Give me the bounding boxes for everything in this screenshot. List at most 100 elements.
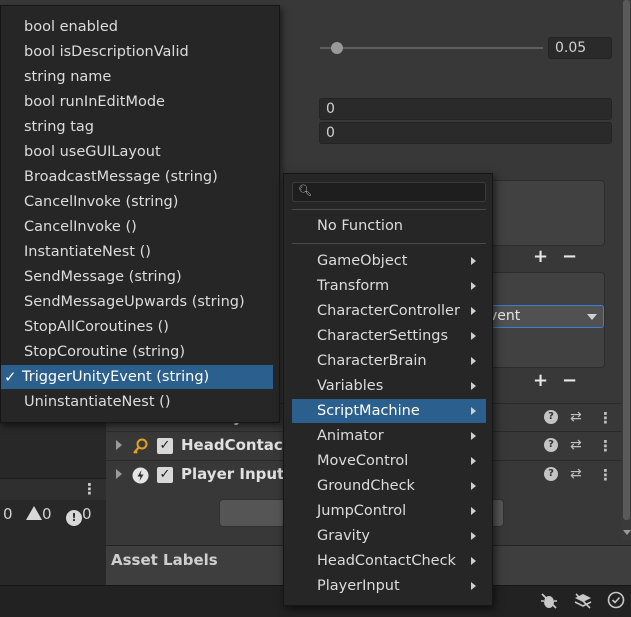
menu-item[interactable]: bool useGUILayout <box>1 140 273 164</box>
warning-count: 0 <box>42 505 52 523</box>
add-listener-button[interactable]: + <box>533 246 548 267</box>
submenu-label: PlayerInput <box>317 578 400 594</box>
chevron-right-icon <box>471 507 476 515</box>
submenu-item[interactable]: GameObject <box>292 249 486 273</box>
submenu-item[interactable]: Animator <box>292 424 486 448</box>
chevron-right-icon <box>471 432 476 440</box>
menu-item[interactable]: CancelInvoke (string) <box>1 190 273 214</box>
submenu-item[interactable]: HeadContactCheck <box>292 549 486 573</box>
check-circle-icon[interactable] <box>605 591 627 613</box>
submenu-label: JumpControl <box>317 503 407 519</box>
warning-toggle[interactable]: 0 <box>26 505 52 523</box>
console-counts: 0 0 ! 0 <box>0 505 106 526</box>
key-icon <box>132 438 149 455</box>
function-dropdown[interactable]: vent <box>480 305 604 328</box>
menu-item[interactable]: SendMessage (string) <box>1 265 273 289</box>
preset-icon[interactable]: ⇄ <box>570 466 582 482</box>
submenu-label: ScriptMachine <box>317 403 420 419</box>
preset-icon[interactable]: ⇄ <box>570 409 582 425</box>
help-icon[interactable]: ? <box>544 410 558 424</box>
scroll-down-arrow-icon[interactable] <box>623 530 631 535</box>
submenu-item[interactable]: GroundCheck <box>292 474 486 498</box>
divider <box>292 243 486 244</box>
menu-item[interactable]: CancelInvoke () <box>1 215 273 239</box>
chevron-right-icon <box>471 357 476 365</box>
asset-labels-title: Asset Labels <box>111 551 218 569</box>
chevron-right-icon <box>471 282 476 290</box>
slider-handle[interactable] <box>331 42 343 54</box>
submenu-item[interactable]: CharacterBrain <box>292 349 486 373</box>
chevron-right-icon <box>471 332 476 340</box>
warning-icon <box>26 506 42 520</box>
no-function-item[interactable]: No Function <box>292 214 486 238</box>
menu-item[interactable]: string name <box>1 65 273 89</box>
kebab-menu-icon[interactable]: ⋮ <box>598 409 613 427</box>
foldout-arrow-icon[interactable] <box>116 469 122 479</box>
submenu-label: CharacterSettings <box>317 328 449 344</box>
submenu-item-highlighted[interactable]: ScriptMachine <box>292 399 486 423</box>
event-list-box-1 <box>480 180 605 246</box>
scrollbar-thumb[interactable] <box>623 0 630 520</box>
menu-item[interactable]: string tag <box>1 115 273 139</box>
submenu-label: CharacterController <box>317 303 460 319</box>
enabled-checkbox[interactable]: ✓ <box>157 438 173 454</box>
add-listener-button-2[interactable]: + <box>533 370 548 391</box>
submenu-item[interactable]: PlayerInput <box>292 574 486 598</box>
submenu-item[interactable]: Variables <box>292 374 486 398</box>
submenu-label: Transform <box>317 278 390 294</box>
error-icon: ! <box>66 510 82 526</box>
help-icon[interactable]: ? <box>544 467 558 481</box>
submenu-item[interactable]: Gravity <box>292 524 486 548</box>
menu-item[interactable]: bool enabled <box>1 15 273 39</box>
console-kebab-icon[interactable]: ⋮ <box>82 480 97 498</box>
chevron-right-icon <box>471 257 476 265</box>
menu-item[interactable]: SendMessageUpwards (string) <box>1 290 273 314</box>
component-name: Player Input <box>181 465 285 483</box>
component-tools: ? ⇄ ⋮ <box>544 409 624 428</box>
number-field-2[interactable]: 0 <box>319 122 612 144</box>
menu-item[interactable]: bool isDescriptionValid <box>1 40 273 64</box>
submenu-label: MoveControl <box>317 453 409 469</box>
layers-icon[interactable] <box>572 591 594 613</box>
debug-bug-icon[interactable] <box>538 591 560 613</box>
help-icon[interactable]: ? <box>544 438 558 452</box>
menu-item-selected[interactable]: ✓ TriggerUnityEvent (string) <box>1 365 273 389</box>
preset-icon[interactable]: ⇄ <box>570 437 582 453</box>
divider <box>292 209 486 210</box>
search-icon: 🔍︎ <box>298 184 312 197</box>
slider-track[interactable] <box>320 47 543 49</box>
error-toggle[interactable]: ! 0 <box>66 505 92 526</box>
submenu-item[interactable]: Transform <box>292 274 486 298</box>
submenu-item[interactable]: JumpControl <box>292 499 486 523</box>
menu-item[interactable]: InstantiateNest () <box>1 240 273 264</box>
search-input[interactable] <box>311 184 481 200</box>
error-count: 0 <box>82 505 92 523</box>
chevron-right-icon <box>471 532 476 540</box>
search-box[interactable]: 🔍︎ <box>292 182 486 202</box>
submenu-label: GroundCheck <box>317 478 415 494</box>
component-function-menu: 🔍︎ No Function GameObject Transform Char… <box>283 173 493 606</box>
chevron-right-icon <box>471 557 476 565</box>
menu-item[interactable]: UninstantiateNest () <box>1 390 273 414</box>
function-list-menu: bool enabled bool isDescriptionValid str… <box>0 5 280 423</box>
remove-listener-button[interactable]: − <box>562 246 577 267</box>
menu-item[interactable]: StopAllCoroutines () <box>1 315 273 339</box>
submenu-item[interactable]: CharacterController <box>292 299 486 323</box>
submenu-item[interactable]: CharacterSettings <box>292 324 486 348</box>
foldout-arrow-icon[interactable] <box>116 440 122 450</box>
slider-value-field[interactable]: 0.05 <box>548 37 612 59</box>
enabled-checkbox[interactable]: ✓ <box>157 467 173 483</box>
menu-item[interactable]: bool runInEditMode <box>1 90 273 114</box>
number-field-1[interactable]: 0 <box>319 98 612 120</box>
kebab-menu-icon[interactable]: ⋮ <box>598 466 613 484</box>
chevron-right-icon <box>471 482 476 490</box>
info-count[interactable]: 0 <box>3 505 13 523</box>
remove-listener-button-2[interactable]: − <box>562 370 577 391</box>
kebab-menu-icon[interactable]: ⋮ <box>598 437 613 455</box>
inspector-scrollbar[interactable] <box>622 0 631 540</box>
submenu-item[interactable]: MoveControl <box>292 449 486 473</box>
console-panel <box>0 423 106 585</box>
menu-item[interactable]: StopCoroutine (string) <box>1 340 273 364</box>
menu-item[interactable]: BroadcastMessage (string) <box>1 165 273 189</box>
submenu-label: Gravity <box>317 528 370 544</box>
